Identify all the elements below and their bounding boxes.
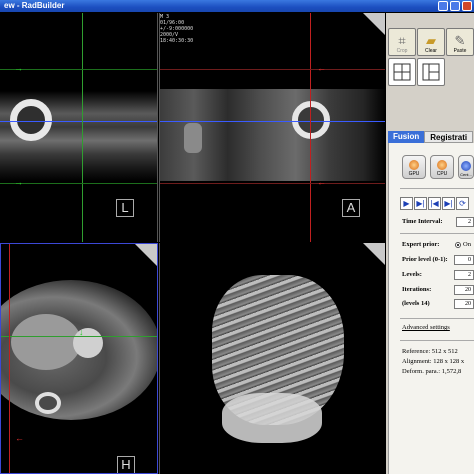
sagittal-marker-top-icon[interactable]: → [14,64,23,73]
coronal-marker-bottom-icon[interactable]: ← [317,178,326,187]
sagittal-marker-bottom-icon[interactable]: → [14,178,23,187]
cpu-icon [437,160,447,170]
sagittal-bound-bottom [0,183,157,184]
levels-14-input[interactable]: 20 [454,299,474,309]
axial-marker-icon[interactable]: ↓ [79,328,84,337]
axial-viewport[interactable]: ↓ ← H [0,243,158,474]
sagittal-aorta-ring [10,99,52,141]
tab-registration[interactable]: Registrati [424,131,474,143]
cpu-button[interactable]: CPU [430,155,454,179]
crop-icon: ⌗ [398,33,406,48]
clear-button-label: Clear [425,48,437,54]
coronal-bright-structure [184,123,202,153]
step-forward-button[interactable]: ▶| [414,197,427,210]
gpu-icon [409,160,419,170]
layout-split-icon [422,63,440,81]
axial-marker-red-icon[interactable]: ← [15,434,24,443]
step-end-button[interactable]: ▶| [442,197,455,210]
separator [400,233,474,234]
coronal-bound-bottom [160,183,385,184]
layout-quad-button[interactable] [388,58,416,86]
crop-button[interactable]: ⌗ Crop [388,28,416,56]
coronal-viewport[interactable]: ← ← A [159,13,385,242]
advanced-settings-link[interactable]: Advanced settings [402,324,450,331]
iterations-label: Iterations: [402,286,432,293]
levels-label: Levels: [402,271,422,278]
window-title: ew - RadBuilder [4,1,65,10]
center-button-label: Cent... [460,172,472,177]
clear-button[interactable]: ▰ Clear [417,28,445,56]
cpu-button-label: CPU [436,171,448,177]
coronal-info-overlay: M 3 01/96:00 +/-9:000000 2000/V 18:40:30… [160,14,193,44]
levels-input[interactable]: 2 [454,270,474,280]
sagittal-bound-top [0,69,157,70]
window-controls [438,1,472,11]
play-icon: ▶ [403,199,410,208]
sagittal-crosshair-horizontal[interactable] [0,121,157,122]
layout-quad-icon [393,63,411,81]
prior-level-input[interactable]: 0 [454,255,474,265]
coronal-crosshair-horizontal[interactable] [160,121,385,122]
separator [400,188,474,189]
sagittal-viewport[interactable]: → → L [0,13,158,242]
time-interval-label: Time Interval: [402,218,443,225]
gpu-button[interactable]: GPU [402,155,426,179]
summary-alignment: Alignment: 128 x 128 x [402,358,465,365]
info-line: 18:40:30:30 [160,38,194,44]
coronal-aorta-ring [292,101,330,139]
coronal-bound-top [160,69,385,70]
paste-icon: ✎ [454,33,466,48]
crop-button-label: Crop [396,48,408,54]
panel-tabs: Fusion Registrati [388,131,474,143]
render3d-page-corner-icon[interactable] [363,243,385,265]
play-button[interactable]: ▶ [400,197,413,210]
window-title-bar: ew - RadBuilder [0,0,474,12]
separator [400,318,474,319]
render3d-pelvis [222,393,322,443]
center-icon [461,161,471,171]
refresh-button[interactable]: ⟳ [456,197,469,210]
rewind-button[interactable]: |◀ [428,197,441,210]
step-forward-icon: ▶| [416,199,425,208]
summary-reference: Reference: 512 x 512 [402,348,458,355]
tab-fusion[interactable]: Fusion [388,131,425,143]
sagittal-crosshair-vertical[interactable] [82,13,83,242]
minimize-button[interactable] [438,1,448,11]
refresh-icon: ⟳ [459,199,466,208]
render3d-viewport[interactable] [159,243,385,474]
separator [400,340,474,341]
coronal-marker-top-icon[interactable]: ← [317,64,326,73]
clear-icon: ▰ [426,33,436,48]
expert-prior-option: On [463,241,471,248]
paste-button[interactable]: ✎ Paste [446,28,474,56]
axial-page-corner-icon[interactable] [135,244,157,266]
layout-split-button[interactable] [417,58,445,86]
close-button[interactable] [462,1,472,11]
step-end-icon: ▶| [444,199,453,208]
time-interval-input[interactable]: 2 [456,217,474,227]
summary-deform: Deform. para.: 1,572,8 [402,368,462,375]
coronal-page-corner-icon[interactable] [363,13,385,35]
paste-button-label: Paste [453,48,467,54]
rewind-icon: |◀ [430,199,439,208]
axial-aorta [73,328,103,358]
maximize-button[interactable] [450,1,460,11]
axial-crosshair-vertical[interactable] [9,244,10,473]
sagittal-orientation-label: L [116,199,134,217]
coronal-crosshair-vertical[interactable] [310,13,311,242]
iterations-input[interactable]: 20 [454,285,474,295]
expert-prior-label: Expert prior: [402,241,440,248]
levels-14-label: (levels 14) [402,300,430,307]
center-button[interactable]: Cent... [458,155,474,179]
prior-level-label: Prior level (0-1): [402,256,448,263]
expert-prior-radio[interactable] [455,242,461,248]
axial-heart [11,314,81,370]
coronal-orientation-label: A [342,199,360,217]
gpu-button-label: GPU [408,171,420,177]
axial-vertebra [35,392,61,414]
axial-orientation-label: H [117,456,135,473]
